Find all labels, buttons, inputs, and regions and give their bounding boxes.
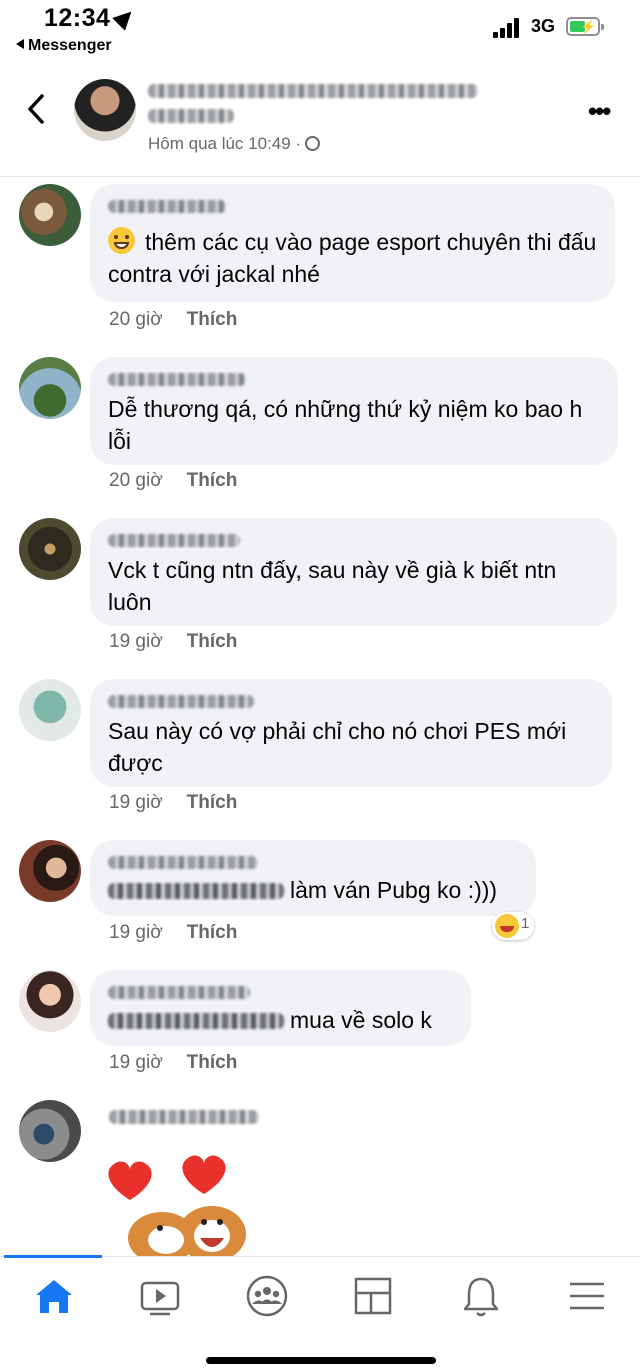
comment-time: 19 giờ xyxy=(109,631,163,652)
like-button[interactable]: Thích xyxy=(187,631,238,652)
commenter-name-blurred[interactable] xyxy=(108,534,240,547)
more-options-button[interactable]: ••• xyxy=(588,98,611,124)
commenter-avatar[interactable] xyxy=(19,840,81,902)
commenter-avatar[interactable] xyxy=(19,184,81,246)
commenter-name-blurred[interactable] xyxy=(108,695,254,708)
watch-icon xyxy=(140,1281,180,1316)
commenter-avatar[interactable] xyxy=(19,970,81,1032)
commenter-name-blurred[interactable] xyxy=(108,373,246,386)
author-name-blurred xyxy=(148,84,478,98)
tagged-name-blurred[interactable] xyxy=(108,883,284,899)
watch-tab[interactable] xyxy=(130,1271,190,1321)
commenter-name-blurred[interactable] xyxy=(108,986,250,999)
comment-bubble: Vck t cũng ntn đấy, sau này về già k biế… xyxy=(90,518,617,626)
notifications-tab[interactable] xyxy=(451,1271,511,1321)
signal-icon xyxy=(493,18,521,38)
globe-icon xyxy=(305,136,321,151)
back-button[interactable] xyxy=(22,92,52,126)
groups-tab[interactable] xyxy=(237,1271,297,1321)
comment-bubble: mua về solo k xyxy=(90,970,471,1046)
comment-time: 20 giờ xyxy=(109,309,163,330)
comment-text: Sau này có vợ phải chỉ cho nó chơi PES m… xyxy=(108,718,573,776)
hearts-dogs-sticker xyxy=(108,1155,246,1258)
comment-bubble: làm ván Pubg ko :))) xyxy=(90,840,536,916)
back-app-label: Messenger xyxy=(28,37,112,54)
comment-text: Dễ thương qá, có những thứ kỷ niệm ko ba… xyxy=(108,396,589,454)
comment-text: làm ván Pubg ko :))) xyxy=(290,877,498,903)
comment-meta: 19 giờ Thích xyxy=(109,792,237,814)
comment-bubble: Sau này có vợ phải chỉ cho nó chơi PES m… xyxy=(90,679,612,787)
like-button[interactable]: Thích xyxy=(187,792,238,813)
post-timestamp: Hôm qua lúc 10:49 · xyxy=(148,134,321,154)
commenter-avatar[interactable] xyxy=(19,1100,81,1162)
pages-tab[interactable] xyxy=(343,1271,403,1321)
comment-time: 19 giờ xyxy=(109,922,163,943)
reaction-count: 1 xyxy=(521,915,530,932)
home-tab[interactable] xyxy=(24,1271,84,1321)
author-name-blurred-2 xyxy=(148,109,234,123)
comment-text: thêm các cụ vào page esport chuyên thi đ… xyxy=(108,229,603,287)
comment-time: 19 giờ xyxy=(109,1052,163,1073)
pages-icon xyxy=(354,1277,392,1315)
reaction-summary[interactable]: 1 xyxy=(492,912,534,940)
groups-icon xyxy=(246,1275,288,1317)
network-type: 3G xyxy=(531,16,556,36)
home-icon xyxy=(36,1280,72,1313)
tagged-name-blurred[interactable] xyxy=(108,1013,284,1029)
like-button[interactable]: Thích xyxy=(187,470,238,491)
like-button[interactable]: Thích xyxy=(187,922,238,943)
status-bar: 12:34 Messenger 3G ⚡ xyxy=(0,0,640,62)
commenter-name-blurred[interactable] xyxy=(109,1110,259,1124)
comment-bubble: Dễ thương qá, có những thứ kỷ niệm ko ba… xyxy=(90,357,618,465)
post-header: Hôm qua lúc 10:49 · ••• xyxy=(0,62,640,177)
comment-bubble: thêm các cụ vào page esport chuyên thi đ… xyxy=(90,184,615,302)
comment-time: 20 giờ xyxy=(109,470,163,491)
menu-icon xyxy=(570,1282,604,1310)
comment-time: 19 giờ xyxy=(109,792,163,813)
location-arrow-icon xyxy=(112,5,138,31)
grinning-emoji-icon xyxy=(108,227,135,254)
commenter-avatar[interactable] xyxy=(19,679,81,741)
back-to-app-link[interactable]: Messenger xyxy=(16,37,112,55)
comment-meta: 19 giờ Thích xyxy=(109,1052,237,1074)
comment-text: Vck t cũng ntn đấy, sau này về già k biế… xyxy=(108,557,563,615)
comment-meta: 20 giờ Thích xyxy=(109,309,237,331)
laugh-reaction-icon xyxy=(495,914,519,938)
menu-tab[interactable] xyxy=(557,1271,617,1321)
home-indicator xyxy=(206,1357,436,1364)
like-button[interactable]: Thích xyxy=(187,1052,238,1073)
comment-meta: 20 giờ Thích xyxy=(109,470,237,492)
comment-meta: 19 giờ Thích xyxy=(109,631,237,653)
author-avatar[interactable] xyxy=(74,79,136,141)
chevron-left-icon xyxy=(28,94,44,124)
like-button[interactable]: Thích xyxy=(187,309,238,330)
comment-meta: 19 giờ Thích xyxy=(109,922,237,944)
battery-icon: ⚡ xyxy=(566,17,604,36)
commenter-avatar[interactable] xyxy=(19,518,81,580)
back-triangle-icon xyxy=(16,39,24,49)
commenter-avatar[interactable] xyxy=(19,357,81,419)
notifications-icon xyxy=(463,1277,499,1317)
active-tab-indicator xyxy=(4,1255,102,1258)
comment-text: mua về solo k xyxy=(290,1007,432,1033)
commenter-name-blurred[interactable] xyxy=(108,200,226,213)
commenter-name-blurred[interactable] xyxy=(108,856,258,869)
status-time: 12:34 xyxy=(44,4,111,32)
bottom-navigation xyxy=(0,1255,640,1369)
